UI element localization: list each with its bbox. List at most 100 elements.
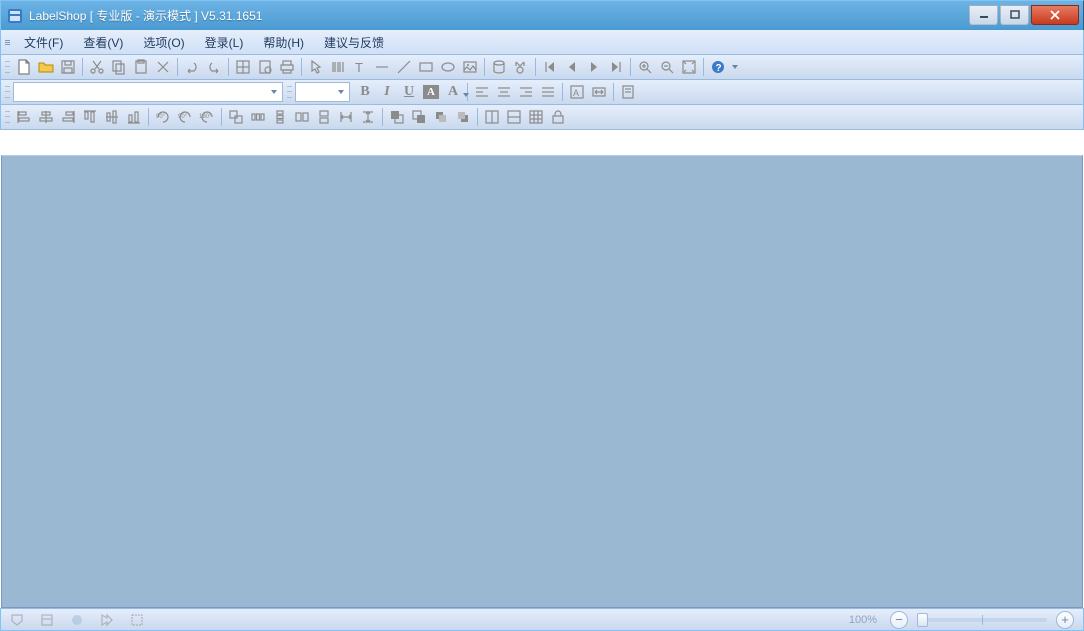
delete-button[interactable]	[152, 56, 174, 78]
zoom-slider[interactable]	[917, 618, 1047, 622]
toolbar-grip[interactable]	[5, 34, 10, 50]
next-record-button[interactable]	[583, 56, 605, 78]
align-justify-button[interactable]	[537, 81, 559, 103]
underline-button[interactable]: U	[398, 81, 420, 103]
properties-button[interactable]	[617, 81, 639, 103]
zoom-fit-button[interactable]	[678, 56, 700, 78]
workspace-canvas[interactable]	[1, 155, 1083, 608]
align-left-button[interactable]	[471, 81, 493, 103]
barcode-tool[interactable]	[327, 56, 349, 78]
prev-record-button[interactable]	[561, 56, 583, 78]
zoom-out-status-button[interactable]: −	[890, 611, 908, 629]
toolbar-grip[interactable]	[5, 59, 10, 75]
align-center-button[interactable]	[493, 81, 515, 103]
lock-button[interactable]	[547, 106, 569, 128]
status-icon-4[interactable]	[97, 611, 117, 629]
svg-text:T: T	[355, 60, 363, 75]
bring-forward-button[interactable]	[430, 106, 452, 128]
zoom-in-status-button[interactable]: +	[1056, 611, 1074, 629]
menu-feedback[interactable]: 建议与反馈	[314, 31, 394, 54]
paste-button[interactable]	[130, 56, 152, 78]
close-button[interactable]	[1031, 5, 1079, 25]
zoom-in-button[interactable]	[634, 56, 656, 78]
menu-file[interactable]: 文件(F)	[14, 31, 73, 54]
bold-button[interactable]: B	[354, 81, 376, 103]
align-obj-top-button[interactable]	[79, 106, 101, 128]
zoom-out-button[interactable]	[656, 56, 678, 78]
group-button[interactable]	[225, 106, 247, 128]
align-obj-center-h-button[interactable]	[35, 106, 57, 128]
toolbar-separator	[148, 108, 149, 126]
status-icon-3[interactable]	[67, 611, 87, 629]
rotate-180-button[interactable]: 180°	[196, 106, 218, 128]
align-obj-right-button[interactable]	[57, 106, 79, 128]
align-obj-bottom-button[interactable]	[123, 106, 145, 128]
highlight-button[interactable]: A	[420, 81, 442, 103]
undo-button[interactable]	[181, 56, 203, 78]
zoom-slider-thumb[interactable]	[917, 613, 928, 627]
toolbar-grip[interactable]	[287, 84, 292, 100]
status-icon-1[interactable]	[7, 611, 27, 629]
font-color-button[interactable]: A	[442, 81, 464, 103]
send-back-button[interactable]	[408, 106, 430, 128]
distribute-v-button[interactable]	[269, 106, 291, 128]
center-v-page-button[interactable]	[503, 106, 525, 128]
menu-login[interactable]: 登录(L)	[195, 31, 254, 54]
page-setup-button[interactable]	[232, 56, 254, 78]
first-record-button[interactable]	[539, 56, 561, 78]
rotate-right-90-button[interactable]: 90°	[174, 106, 196, 128]
menu-view[interactable]: 查看(V)	[73, 31, 133, 54]
minimize-button[interactable]	[969, 5, 998, 25]
toolbar-separator	[177, 58, 178, 76]
last-record-button[interactable]	[605, 56, 627, 78]
rectangle-tool[interactable]	[415, 56, 437, 78]
menu-help[interactable]: 帮助(H)	[253, 31, 314, 54]
align-obj-middle-v-button[interactable]	[101, 106, 123, 128]
menu-options[interactable]: 选项(O)	[133, 31, 194, 54]
image-tool[interactable]	[459, 56, 481, 78]
send-backward-button[interactable]	[452, 106, 474, 128]
redo-button[interactable]	[203, 56, 225, 78]
space-v-button[interactable]	[357, 106, 379, 128]
title-bar: LabelShop [ 专业版 - 演示模式 ] V5.31.1651	[0, 0, 1084, 30]
font-family-combo[interactable]	[13, 82, 283, 102]
diagonal-line-tool[interactable]	[393, 56, 415, 78]
toolbar-overflow[interactable]	[731, 56, 739, 78]
fit-text-button[interactable]: A	[566, 81, 588, 103]
stretch-text-button[interactable]	[588, 81, 610, 103]
save-button[interactable]	[57, 56, 79, 78]
find-button[interactable]	[510, 56, 532, 78]
toolbar-grip[interactable]	[5, 109, 10, 125]
same-height-button[interactable]	[313, 106, 335, 128]
database-button[interactable]	[488, 56, 510, 78]
pointer-tool[interactable]	[305, 56, 327, 78]
toolbar-grip[interactable]	[5, 84, 10, 100]
new-button[interactable]	[13, 56, 35, 78]
align-obj-left-button[interactable]	[13, 106, 35, 128]
print-button[interactable]	[276, 56, 298, 78]
snap-grid-button[interactable]	[525, 106, 547, 128]
same-width-button[interactable]	[291, 106, 313, 128]
copy-button[interactable]	[108, 56, 130, 78]
italic-button[interactable]: I	[376, 81, 398, 103]
open-button[interactable]	[35, 56, 57, 78]
center-h-page-button[interactable]	[481, 106, 503, 128]
print-preview-button[interactable]	[254, 56, 276, 78]
rotate-left-90-button[interactable]: 90°	[152, 106, 174, 128]
distribute-h-button[interactable]	[247, 106, 269, 128]
status-icon-5[interactable]	[127, 611, 147, 629]
maximize-button[interactable]	[1000, 5, 1029, 25]
text-tool[interactable]: T	[349, 56, 371, 78]
line-tool[interactable]	[371, 56, 393, 78]
help-button[interactable]: ?	[707, 56, 729, 78]
cut-button[interactable]	[86, 56, 108, 78]
toolbar-separator	[613, 83, 614, 101]
bring-front-button[interactable]	[386, 106, 408, 128]
status-icon-2[interactable]	[37, 611, 57, 629]
ellipse-tool[interactable]	[437, 56, 459, 78]
status-bar: 100% − +	[0, 608, 1084, 631]
font-size-combo[interactable]	[295, 82, 350, 102]
align-right-button[interactable]	[515, 81, 537, 103]
space-h-button[interactable]	[335, 106, 357, 128]
toolbar-separator	[477, 108, 478, 126]
